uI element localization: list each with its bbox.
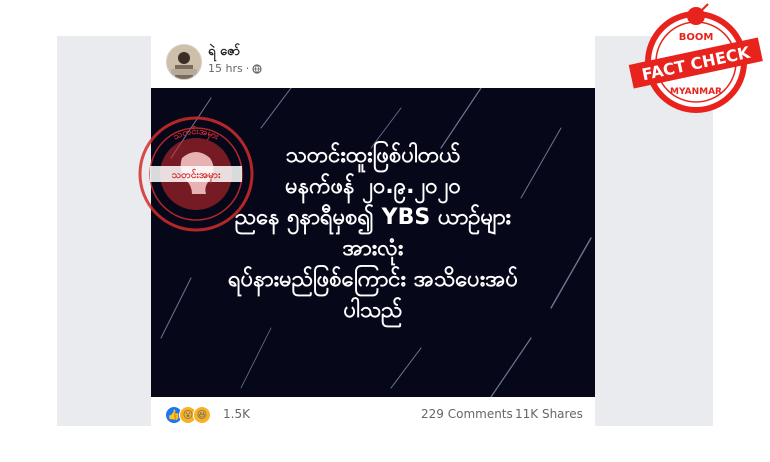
avatar[interactable] xyxy=(166,44,202,80)
badge-top-text: BOOM xyxy=(679,32,714,43)
reactions[interactable]: 👍 😮 😆 xyxy=(165,406,211,424)
post-meta: 15 hrs · xyxy=(208,62,262,75)
boom-fact-check-badge: BOOM FACT CHECK MYANMAR xyxy=(628,3,763,113)
post-footer: 👍 😮 😆 1.5K 229 Comments 11K Shares xyxy=(151,401,595,427)
seal-text-center: သတင်းအမှား xyxy=(171,168,220,183)
avatar-image xyxy=(167,45,201,79)
badge-bottom-text: MYANMAR xyxy=(670,87,722,97)
reaction-count[interactable]: 1.5K xyxy=(223,407,250,421)
comments-count[interactable]: 229 Comments xyxy=(421,407,513,421)
globe-icon xyxy=(252,63,262,74)
haha-icon: 😆 xyxy=(193,406,211,424)
shares-count[interactable]: 11K Shares xyxy=(515,407,583,421)
post-time[interactable]: 15 hrs xyxy=(208,62,243,75)
fake-news-seal: သတင်းအမှား သတင်းအမှား xyxy=(138,116,254,232)
dot-separator: · xyxy=(245,62,250,75)
post-author-name[interactable]: ရဲ ဇော် xyxy=(208,43,240,62)
